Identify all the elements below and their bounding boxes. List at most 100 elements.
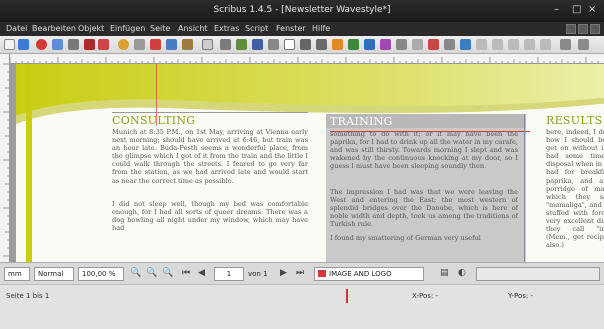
open-document-icon[interactable] [18, 39, 29, 50]
link-frames-icon[interactable] [396, 39, 407, 50]
menu-ansicht[interactable]: Ansicht [178, 24, 208, 33]
bezier-icon[interactable] [316, 39, 327, 50]
page-number-field[interactable]: 1 [214, 267, 244, 281]
eyedropper-icon[interactable] [460, 39, 471, 50]
menu-extras[interactable]: Extras [214, 24, 239, 33]
select-icon[interactable] [202, 39, 213, 50]
main-toolbar [0, 36, 604, 54]
paragraph-consulting-1: Munich at 8:35 P.M., on 1st May, arrivin… [112, 128, 308, 185]
menu-fenster[interactable]: Fenster [276, 24, 306, 33]
paste-icon[interactable] [182, 39, 193, 50]
pdf-push-button-icon[interactable] [476, 39, 487, 50]
zoom-field[interactable]: 100,00 % [78, 267, 124, 281]
menu-hilfe[interactable]: Hilfe [312, 24, 330, 33]
zoom-out-icon[interactable]: 🔍 [130, 268, 141, 278]
menu-bar: Datei Bearbeiten Objekt Einfügen Seite A… [0, 22, 604, 36]
visual-appearance-icon[interactable]: ◐ [458, 268, 466, 278]
heading-consulting: CONSULTING [112, 114, 196, 127]
left-accent-bar [26, 64, 32, 262]
preview-mode-icon[interactable]: ▤ [440, 268, 449, 278]
column-guide[interactable] [524, 114, 525, 262]
page-of-label: von 1 [248, 270, 268, 278]
close-doc-icon[interactable] [590, 24, 600, 34]
heading-training: TRAINING [330, 115, 393, 128]
layer-color-swatch [318, 270, 326, 277]
zoom-100-icon[interactable]: 🔍 [146, 268, 157, 278]
redo-icon[interactable] [134, 39, 145, 50]
status-progress-marker [346, 289, 348, 303]
edit-contents-icon[interactable] [380, 39, 391, 50]
unit-select[interactable]: mm [4, 267, 30, 281]
heading-results: RESULTS [546, 114, 603, 127]
freehand-icon[interactable] [332, 39, 343, 50]
layer-name: IMAGE AND LOGO [329, 270, 392, 278]
column-results[interactable]: RESULTS here, indeed, I don't know how I… [546, 114, 604, 262]
paragraph-training-3: I found my smattering of German very use… [330, 234, 481, 242]
y-pos-label: Y-Pos: - [508, 292, 533, 300]
menu-objekt[interactable]: Objekt [78, 24, 104, 33]
close-file-icon[interactable] [36, 39, 47, 50]
shape-icon[interactable] [268, 39, 279, 50]
copy-icon[interactable] [166, 39, 177, 50]
paragraph-training-1: something to do with it; or it may have … [330, 130, 518, 171]
new-document-icon[interactable] [4, 39, 15, 50]
print-icon[interactable] [68, 39, 79, 50]
maximize-button[interactable]: □ [572, 4, 581, 15]
status-bar: Seite 1 bis 1 X-Pos: - Y-Pos: - [0, 284, 604, 329]
zoom-in-icon[interactable]: 🔍 [162, 268, 173, 278]
paragraph-consulting-2: I did not sleep well, though my bed was … [112, 200, 308, 233]
text-frame-icon[interactable] [220, 39, 231, 50]
document-page[interactable]: CONSULTING Munich at 8:35 P.M., on 1st M… [16, 64, 604, 262]
menu-einfuegen[interactable]: Einfügen [110, 24, 145, 33]
pdf-checkbox-icon[interactable] [508, 39, 519, 50]
paragraph-results-1: here, indeed, I don't know how I should … [546, 128, 604, 248]
close-button[interactable]: × [588, 4, 596, 15]
red-vertical-guide[interactable] [156, 64, 157, 126]
minimize-button[interactable]: – [554, 4, 559, 15]
pdf-list-box-icon[interactable] [540, 39, 551, 50]
menu-bearbeiten[interactable]: Bearbeiten [32, 24, 76, 33]
document-canvas[interactable]: CONSULTING Munich at 8:35 P.M., on 1st M… [10, 64, 604, 262]
layer-select[interactable]: IMAGE AND LOGO [314, 267, 424, 281]
rotate-icon[interactable] [348, 39, 359, 50]
save-icon[interactable] [52, 39, 63, 50]
maximize-doc-icon[interactable] [578, 24, 588, 34]
first-page-icon[interactable]: ⏮ [182, 268, 190, 278]
pdf-export-icon[interactable] [84, 39, 95, 50]
copy-properties-icon[interactable] [444, 39, 455, 50]
previous-page-icon[interactable]: ◀ [198, 268, 205, 278]
column-consulting[interactable]: CONSULTING Munich at 8:35 P.M., on 1st M… [112, 112, 308, 262]
cut-icon[interactable] [150, 39, 161, 50]
pdf-combo-box-icon[interactable] [524, 39, 535, 50]
vertical-ruler[interactable] [0, 54, 10, 262]
ruler-ticks [10, 57, 599, 63]
paragraph-training-2: The impression I had was that we were le… [330, 188, 518, 229]
table-icon[interactable] [252, 39, 263, 50]
menu-datei[interactable]: Datei [6, 24, 27, 33]
text-annotation-icon[interactable] [560, 39, 571, 50]
menu-script[interactable]: Script [245, 24, 268, 33]
bottom-toolbar: mm Normal 100,00 % 🔍 🔍 🔍 ⏮ ◀ 1 von 1 ▶ ⏭… [0, 262, 604, 284]
last-page-icon[interactable]: ⏭ [296, 268, 304, 278]
red-guide-line[interactable] [330, 131, 530, 132]
preflight-icon[interactable] [98, 39, 109, 50]
polygon-icon[interactable] [284, 39, 295, 50]
pdf-text-field-icon[interactable] [492, 39, 503, 50]
restore-doc-icon[interactable] [566, 24, 576, 34]
window-title: Scribus 1.4.5 - [Newsletter Wavestyle*] [213, 5, 391, 15]
display-mode-select[interactable] [476, 267, 600, 281]
line-icon[interactable] [300, 39, 311, 50]
page-info-status: Seite 1 bis 1 [6, 292, 50, 300]
zoom-icon[interactable] [364, 39, 375, 50]
horizontal-ruler[interactable] [10, 54, 604, 64]
next-page-icon[interactable]: ▶ [280, 268, 287, 278]
image-frame-icon[interactable] [236, 39, 247, 50]
undo-icon[interactable] [118, 39, 129, 50]
column-training[interactable]: TRAINING something to do with it; or it … [326, 114, 526, 262]
unlink-frames-icon[interactable] [412, 39, 423, 50]
quality-select[interactable]: Normal [34, 267, 74, 281]
vertical-ruler-ticks [3, 63, 9, 257]
link-annotation-icon[interactable] [578, 39, 589, 50]
measure-icon[interactable] [428, 39, 439, 50]
menu-seite[interactable]: Seite [150, 24, 170, 33]
